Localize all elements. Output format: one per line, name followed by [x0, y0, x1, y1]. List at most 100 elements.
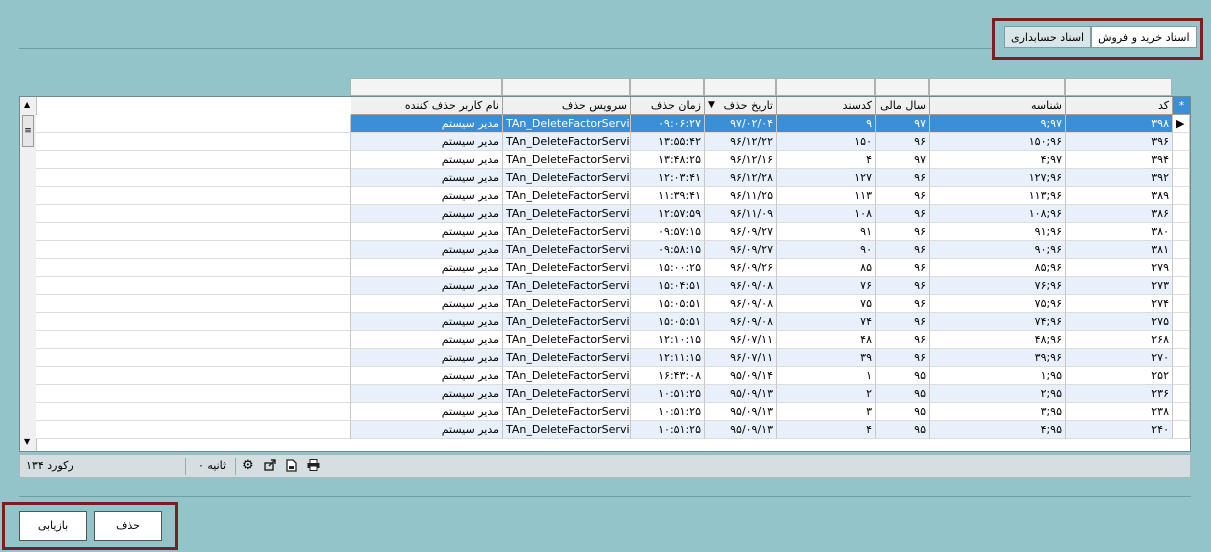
row-indicator[interactable] [1173, 187, 1190, 205]
cell-user[interactable]: مدیر سیستم [351, 349, 503, 367]
cell-service[interactable]: TAn_DeleteFactorService [503, 421, 631, 439]
cell-time[interactable]: ۰۹:۰۶:۲۷ [631, 115, 705, 133]
row-indicator[interactable] [1173, 133, 1190, 151]
cell-year[interactable]: ۹۵ [876, 385, 930, 403]
row-indicator[interactable] [1173, 277, 1190, 295]
new-row-icon[interactable]: * [1173, 97, 1190, 115]
cell-service[interactable]: TAn_DeleteFactorService [503, 367, 631, 385]
cell-code[interactable]: ۲۶۸ [1066, 331, 1173, 349]
cell-doc[interactable]: ۷۵ [777, 295, 876, 313]
cell-doc[interactable]: ۴۸ [777, 331, 876, 349]
cell-year[interactable]: ۹۶ [876, 277, 930, 295]
cell-id[interactable]: ۷۶;۹۶ [930, 277, 1066, 295]
cell-year[interactable]: ۹۶ [876, 241, 930, 259]
cell-date[interactable]: ۹۵/۰۹/۱۳ [705, 385, 777, 403]
table-row[interactable]: مدیر سیستم TAn_DeleteFactorService ۰۹:۵۸:۱… [20, 241, 1190, 259]
cell-year[interactable]: ۹۶ [876, 331, 930, 349]
table-row[interactable]: مدیر سیستم TAn_DeleteFactorService ۰۹:۰۶:۲… [20, 115, 1190, 133]
cell-id[interactable]: ۱۱۳;۹۶ [930, 187, 1066, 205]
cell-time[interactable]: ۱۳:۵۵:۴۲ [631, 133, 705, 151]
cell-doc[interactable]: ۴ [777, 421, 876, 439]
cell-date[interactable]: ۹۶/۱۲/۲۲ [705, 133, 777, 151]
cell-time[interactable]: ۱۵:۰۰:۲۵ [631, 259, 705, 277]
cell-time[interactable]: ۱۵:۰۴:۵۱ [631, 277, 705, 295]
cell-year[interactable]: ۹۷ [876, 151, 930, 169]
cell-date[interactable]: ۹۶/۱۲/۲۸ [705, 169, 777, 187]
filter-time[interactable] [630, 78, 704, 96]
cell-service[interactable]: TAn_DeleteFactorService [503, 205, 631, 223]
col-header-doc-code[interactable]: کدسند [777, 97, 876, 115]
cell-id[interactable]: ۹;۹۷ [930, 115, 1066, 133]
cell-id[interactable]: ۹۱;۹۶ [930, 223, 1066, 241]
cell-id[interactable]: ۳۹;۹۶ [930, 349, 1066, 367]
cell-date[interactable]: ۹۶/۰۹/۲۷ [705, 223, 777, 241]
cell-year[interactable]: ۹۵ [876, 403, 930, 421]
row-indicator[interactable] [1173, 295, 1190, 313]
cell-user[interactable]: مدیر سیستم [351, 187, 503, 205]
row-indicator[interactable] [1173, 259, 1190, 277]
cell-code[interactable]: ۲۵۲ [1066, 367, 1173, 385]
cell-time[interactable]: ۱۰:۵۱:۲۵ [631, 421, 705, 439]
cell-user[interactable]: مدیر سیستم [351, 151, 503, 169]
row-indicator[interactable] [1173, 241, 1190, 259]
cell-service[interactable]: TAn_DeleteFactorService [503, 169, 631, 187]
cell-service[interactable]: TAn_DeleteFactorService [503, 241, 631, 259]
cell-service[interactable]: TAn_DeleteFactorService [503, 403, 631, 421]
cell-code[interactable]: ۳۸۰ [1066, 223, 1173, 241]
cell-doc[interactable]: ۱۲۷ [777, 169, 876, 187]
cell-doc[interactable]: ۱ [777, 367, 876, 385]
cell-doc[interactable]: ۱۰۸ [777, 205, 876, 223]
tab-accounting-docs[interactable]: اسناد حسابداری [1004, 26, 1092, 48]
col-header-id[interactable]: شناسه [930, 97, 1066, 115]
cell-user[interactable]: مدیر سیستم [351, 277, 503, 295]
cell-doc[interactable]: ۹ [777, 115, 876, 133]
cell-service[interactable]: TAn_DeleteFactorService [503, 223, 631, 241]
cell-time[interactable]: ۱۵:۰۵:۵۱ [631, 295, 705, 313]
col-header-fiscal-year[interactable]: سال مالی [876, 97, 930, 115]
filter-user[interactable] [350, 78, 502, 96]
cell-user[interactable]: مدیر سیستم [351, 115, 503, 133]
cell-user[interactable]: مدیر سیستم [351, 421, 503, 439]
cell-user[interactable]: مدیر سیستم [351, 403, 503, 421]
table-row[interactable]: مدیر سیستم TAn_DeleteFactorService ۱۰:۵۱:۲… [20, 421, 1190, 439]
cell-time[interactable]: ۱۰:۵۱:۲۵ [631, 385, 705, 403]
cell-date[interactable]: ۹۶/۰۹/۲۶ [705, 259, 777, 277]
cell-id[interactable]: ۱;۹۵ [930, 367, 1066, 385]
cell-code[interactable]: ۳۹۸ [1066, 115, 1173, 133]
table-row[interactable]: مدیر سیستم TAn_DeleteFactorService ۱۵:۰۴:۵… [20, 277, 1190, 295]
table-row[interactable]: مدیر سیستم TAn_DeleteFactorService ۱۵:۰۰:۲… [20, 259, 1190, 277]
cell-user[interactable]: مدیر سیستم [351, 313, 503, 331]
cell-date[interactable]: ۹۶/۱۱/۰۹ [705, 205, 777, 223]
cell-date[interactable]: ۹۵/۰۹/۱۳ [705, 403, 777, 421]
cell-id[interactable]: ۱۵۰;۹۶ [930, 133, 1066, 151]
cell-code[interactable]: ۲۷۴ [1066, 295, 1173, 313]
col-header-service[interactable]: سرویس حذف [503, 97, 631, 115]
cell-service[interactable]: TAn_DeleteFactorService [503, 151, 631, 169]
cell-time[interactable]: ۱۲:۱۱:۱۵ [631, 349, 705, 367]
cell-time[interactable]: ۱۲:۱۰:۱۵ [631, 331, 705, 349]
cell-date[interactable]: ۹۶/۰۹/۰۸ [705, 313, 777, 331]
cell-id[interactable]: ۴۸;۹۶ [930, 331, 1066, 349]
cell-date[interactable]: ۹۶/۰۹/۲۷ [705, 241, 777, 259]
cell-time[interactable]: ۰۹:۵۸:۱۵ [631, 241, 705, 259]
cell-year[interactable]: ۹۶ [876, 295, 930, 313]
cell-code[interactable]: ۲۷۳ [1066, 277, 1173, 295]
cell-time[interactable]: ۱۰:۵۱:۲۵ [631, 403, 705, 421]
cell-doc[interactable]: ۱۱۳ [777, 187, 876, 205]
row-indicator[interactable] [1173, 367, 1190, 385]
cell-time[interactable]: ۱۶:۴۳:۰۸ [631, 367, 705, 385]
cell-user[interactable]: مدیر سیستم [351, 133, 503, 151]
cell-user[interactable]: مدیر سیستم [351, 223, 503, 241]
row-indicator[interactable] [1173, 331, 1190, 349]
scroll-up-icon[interactable]: ▲ [24, 100, 30, 109]
cell-code[interactable]: ۲۳۶ [1066, 385, 1173, 403]
table-row[interactable]: مدیر سیستم TAn_DeleteFactorService ۱۰:۵۱:۲… [20, 385, 1190, 403]
cell-year[interactable]: ۹۶ [876, 223, 930, 241]
cell-year[interactable]: ۹۷ [876, 115, 930, 133]
delete-button[interactable]: حذف [94, 511, 162, 541]
cell-doc[interactable]: ۳۹ [777, 349, 876, 367]
table-row[interactable]: مدیر سیستم TAn_DeleteFactorService ۱۵:۰۵:۵… [20, 295, 1190, 313]
cell-id[interactable]: ۲;۹۵ [930, 385, 1066, 403]
cell-service[interactable]: TAn_DeleteFactorService [503, 259, 631, 277]
cell-code[interactable]: ۲۷۵ [1066, 313, 1173, 331]
